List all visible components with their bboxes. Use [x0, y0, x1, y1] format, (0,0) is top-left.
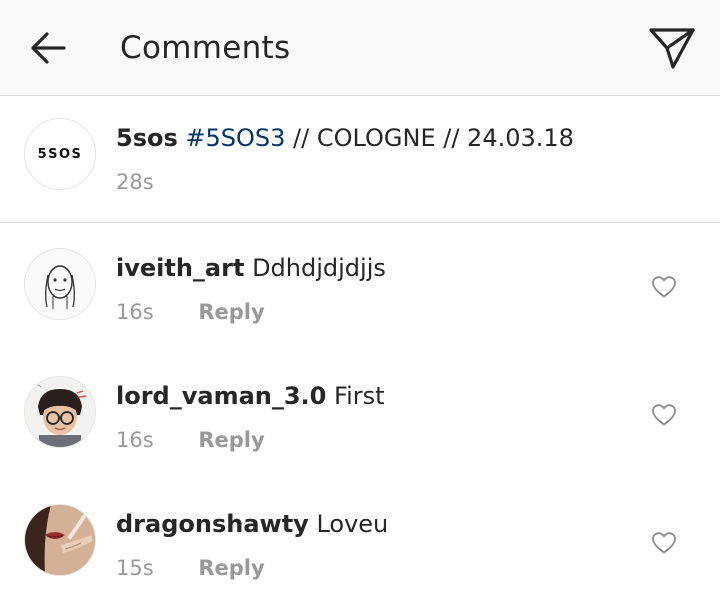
- back-button[interactable]: [26, 26, 70, 70]
- comment-timestamp: 16s: [116, 428, 154, 452]
- top-app-bar: Comments: [0, 0, 720, 96]
- sketch-face-avatar-image: [45, 265, 75, 309]
- comment-meta: 16s Reply: [116, 426, 265, 454]
- comment-text: dragonshawty Loveu: [116, 509, 388, 539]
- comment-meta: 15s Reply: [116, 554, 265, 582]
- like-button[interactable]: [649, 400, 679, 430]
- avatar[interactable]: [24, 376, 96, 448]
- like-button[interactable]: [649, 272, 679, 302]
- comment-text: iveith_art Ddhdjdjdjjs: [116, 253, 386, 283]
- lips-photo-avatar-image: [25, 505, 95, 575]
- reply-button[interactable]: Reply: [198, 556, 264, 580]
- post-caption: 5SOS 5sos #5SOS3 // COLOGNE // 24.03.18 …: [0, 96, 720, 223]
- like-button[interactable]: [649, 528, 679, 558]
- avatar[interactable]: 5SOS: [24, 118, 96, 190]
- comment-body: Loveu: [308, 510, 389, 538]
- back-arrow-icon: [31, 32, 66, 64]
- boy-photo-avatar-image: [25, 377, 95, 447]
- heart-outline-icon: [652, 276, 676, 298]
- heart-outline-icon: [652, 532, 676, 554]
- comment-timestamp: 16s: [116, 300, 154, 324]
- page-title: Comments: [120, 30, 291, 66]
- paper-plane-icon: [649, 28, 695, 69]
- comment-body: Ddhdjdjdjjs: [244, 254, 386, 282]
- comment-text: lord_vaman_3.0 First: [116, 381, 385, 411]
- reply-button[interactable]: Reply: [198, 428, 264, 452]
- comment-username[interactable]: lord_vaman_3.0: [116, 382, 326, 410]
- caption-meta: 28s: [116, 168, 154, 196]
- comment-timestamp: 15s: [116, 556, 154, 580]
- heart-outline-icon: [652, 404, 676, 426]
- reply-button[interactable]: Reply: [198, 300, 264, 324]
- caption-timestamp: 28s: [116, 170, 154, 194]
- comment-username[interactable]: iveith_art: [116, 254, 244, 282]
- comment-username[interactable]: dragonshawty: [116, 510, 309, 538]
- caption-hashtag[interactable]: #5SOS3: [185, 124, 285, 152]
- share-button[interactable]: [644, 22, 700, 74]
- caption-body: // COLOGNE // 24.03.18: [285, 124, 574, 152]
- caption-text: 5sos #5SOS3 // COLOGNE // 24.03.18: [116, 123, 574, 153]
- comment-meta: 16s Reply: [116, 298, 265, 326]
- avatar[interactable]: [24, 504, 96, 576]
- comment-body: First: [326, 382, 385, 410]
- avatar[interactable]: [24, 248, 96, 320]
- caption-username[interactable]: 5sos: [116, 124, 178, 152]
